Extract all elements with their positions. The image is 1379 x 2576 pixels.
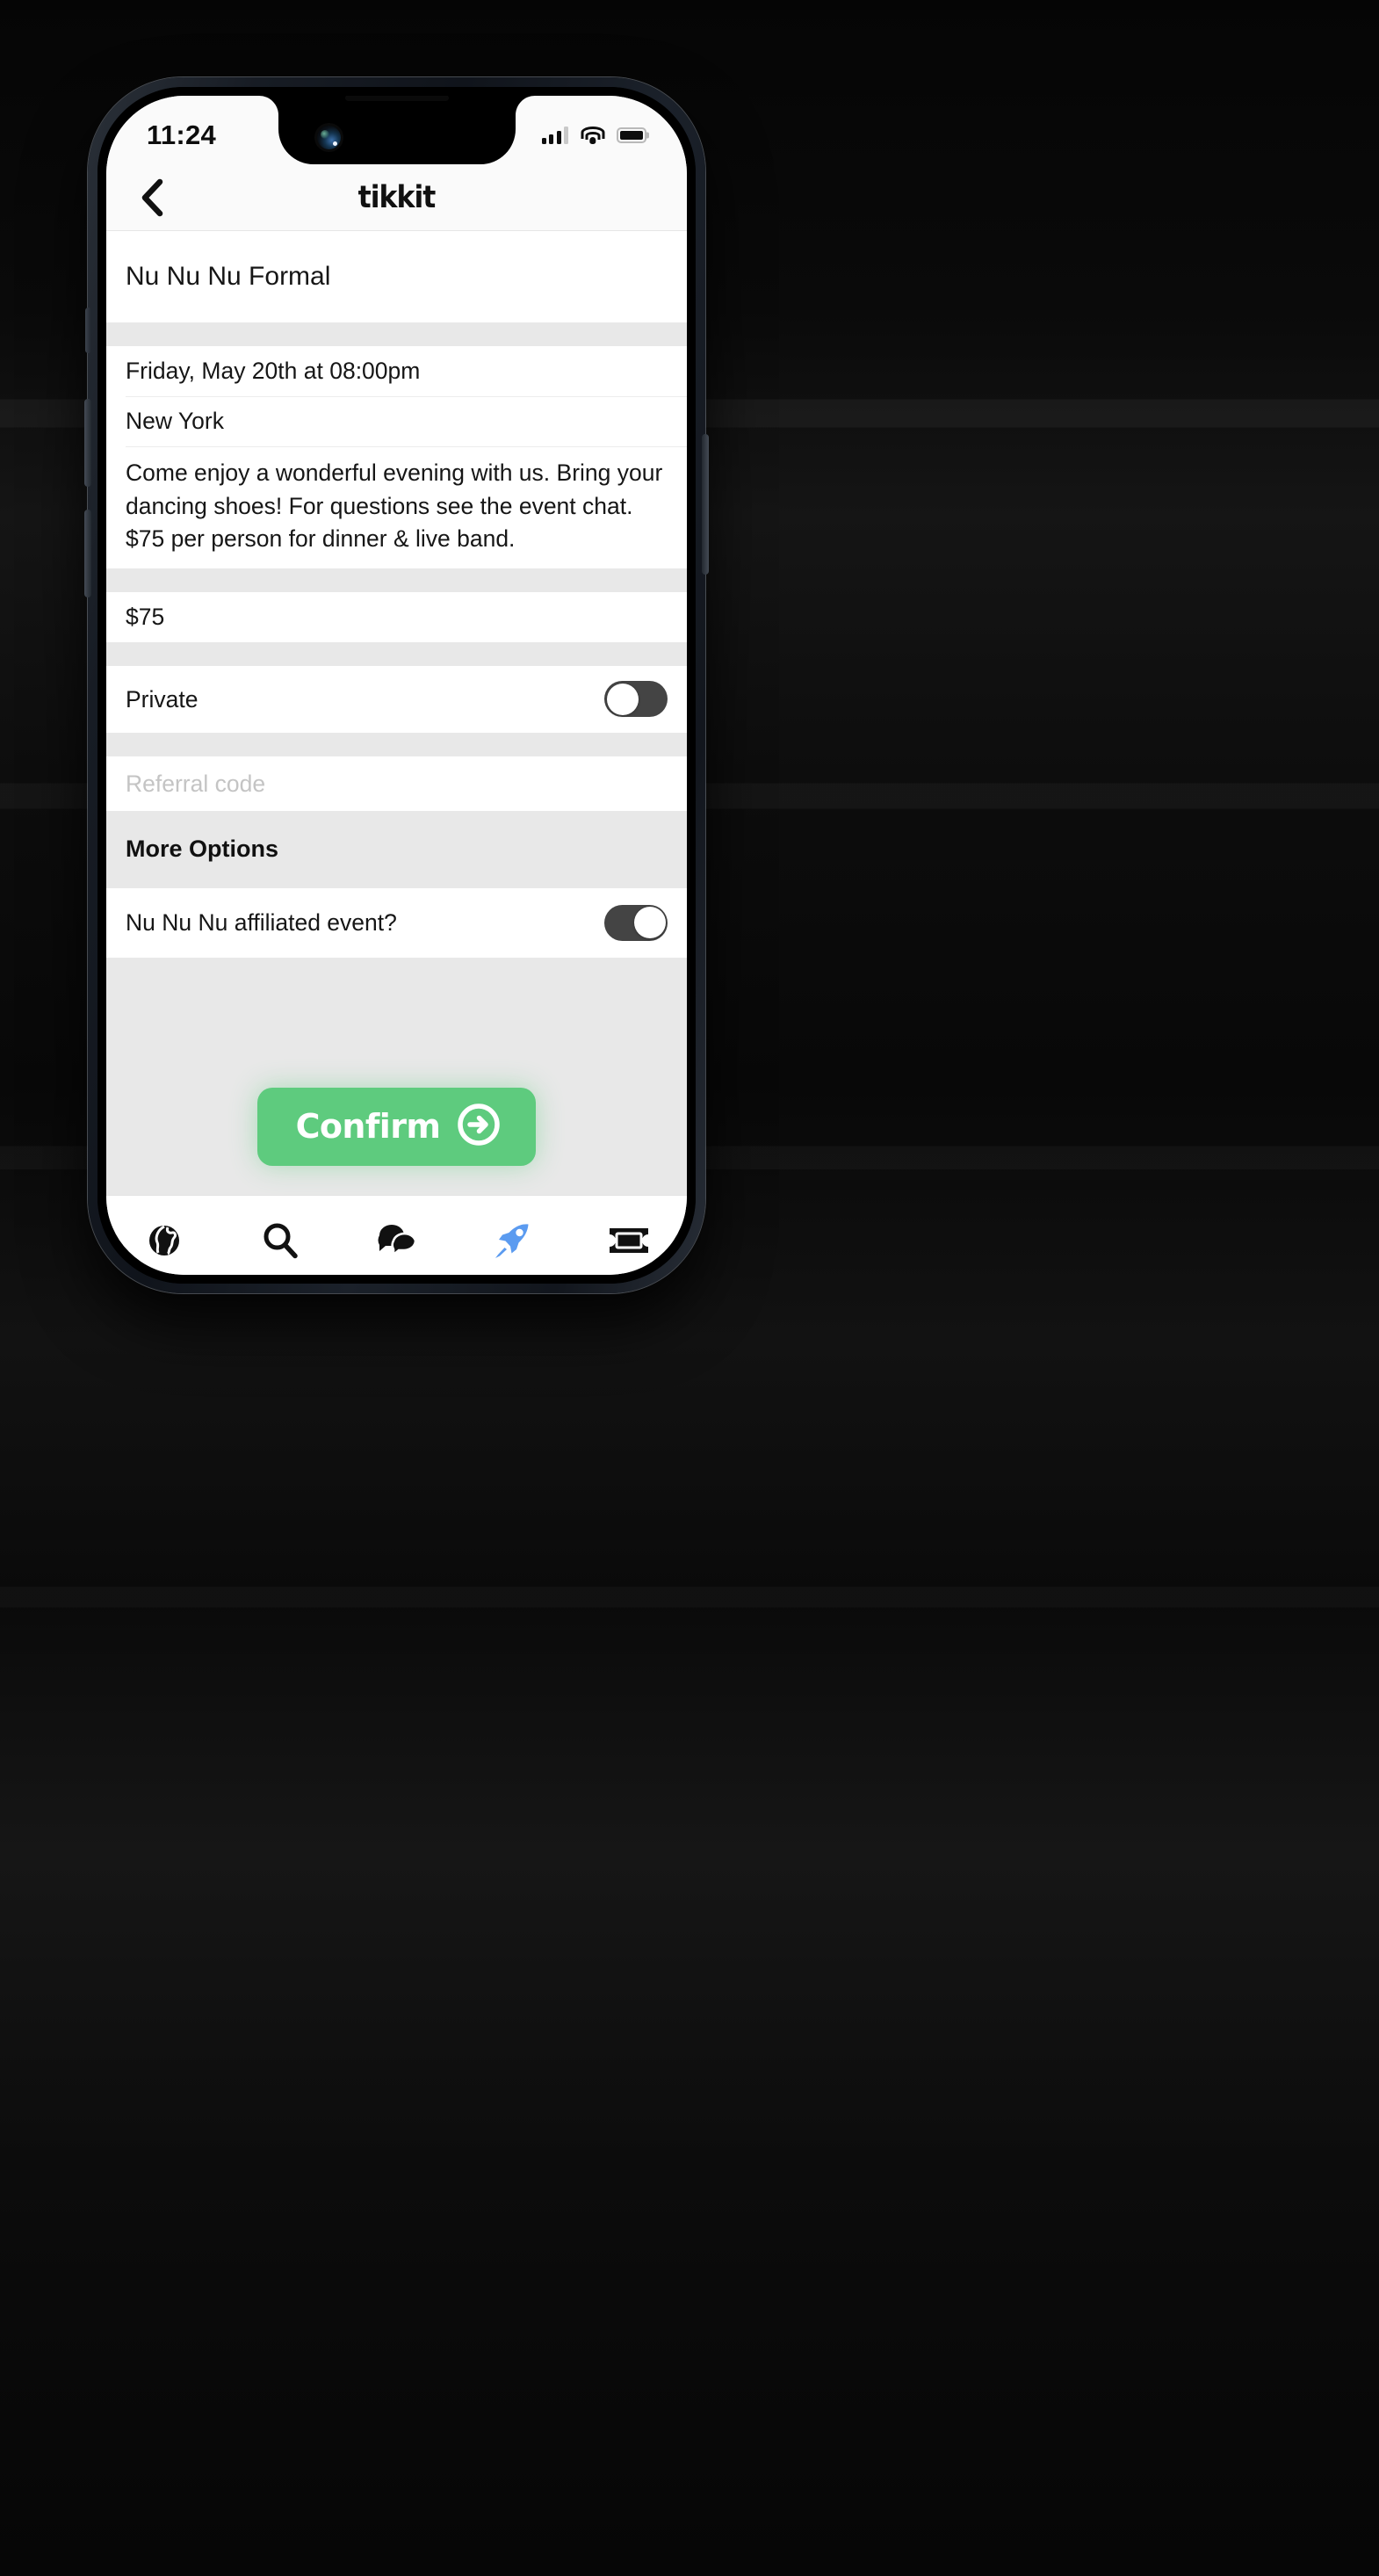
volume-up-button[interactable] <box>84 399 91 487</box>
screenshot-root: 11:24 tikkit Nu Nu Nu Formal Friday, May… <box>0 0 1379 2576</box>
referral-code-input[interactable]: Referral code <box>126 768 265 800</box>
private-label: Private <box>126 685 199 713</box>
affiliated-event-toggle[interactable] <box>604 904 668 941</box>
event-description-row[interactable]: Come enjoy a wonderful evening with us. … <box>106 446 687 568</box>
toggle-knob <box>633 907 666 939</box>
event-datetime-row[interactable]: Friday, May 20th at 08:00pm <box>106 346 687 396</box>
power-button[interactable] <box>702 434 709 575</box>
chat-icon <box>376 1221 418 1264</box>
confirm-area: Confirm <box>106 957 687 1195</box>
section-gap-3 <box>106 641 687 666</box>
confirm-button-label: Confirm <box>295 1106 441 1146</box>
event-location-row[interactable]: New York <box>106 396 687 446</box>
event-name-value: Nu Nu Nu Formal <box>126 262 331 292</box>
tab-create[interactable] <box>455 1196 571 1275</box>
event-location-value: New York <box>126 408 224 435</box>
phone-bezel: 11:24 tikkit Nu Nu Nu Formal Friday, May… <box>97 87 696 1284</box>
toggle-knob <box>606 683 639 715</box>
private-section: Private <box>106 665 687 733</box>
section-gap-1 <box>106 322 687 346</box>
volume-down-button[interactable] <box>84 510 91 597</box>
status-time: 11:24 <box>147 119 217 150</box>
referral-code-row[interactable]: Referral code <box>106 756 687 811</box>
tab-tickets[interactable] <box>571 1196 687 1275</box>
notch-corner-left <box>258 96 278 115</box>
event-name-row[interactable]: Nu Nu Nu Formal <box>106 231 687 322</box>
notch <box>258 96 535 164</box>
battery-icon <box>617 127 646 143</box>
tab-search[interactable] <box>222 1196 338 1275</box>
bottom-tab-bar <box>106 1195 687 1275</box>
phone-screen: 11:24 tikkit Nu Nu Nu Formal Friday, May… <box>106 96 687 1275</box>
event-description-value: Come enjoy a wonderful evening with us. … <box>126 459 663 553</box>
arrow-right-circle-icon <box>457 1103 501 1149</box>
status-indicators <box>541 127 646 144</box>
more-options-heading: More Options <box>106 810 687 888</box>
private-row[interactable]: Private <box>106 666 687 733</box>
cellular-signal-icon <box>541 127 568 144</box>
earpiece-speaker <box>344 96 449 101</box>
mute-switch[interactable] <box>85 308 91 353</box>
rocket-icon <box>492 1219 534 1266</box>
search-icon <box>260 1220 300 1265</box>
referral-section: Referral code <box>106 756 687 811</box>
private-toggle[interactable] <box>604 681 668 718</box>
affiliated-event-label: Nu Nu Nu affiliated event? <box>126 909 397 937</box>
section-gap-4 <box>106 732 687 756</box>
event-form: Nu Nu Nu Formal Friday, May 20th at 08:0… <box>106 231 687 1195</box>
tab-chat[interactable] <box>338 1196 454 1275</box>
confirm-button[interactable]: Confirm <box>256 1088 537 1166</box>
price-section: $75 <box>106 591 687 642</box>
event-price-value: $75 <box>126 604 165 631</box>
app-header: tikkit <box>106 164 687 231</box>
more-options-label: More Options <box>126 836 278 863</box>
notch-corner-right <box>515 96 535 115</box>
app-logo: tikkit <box>357 179 437 215</box>
affiliated-event-row[interactable]: Nu Nu Nu affiliated event? <box>106 888 687 958</box>
event-datetime-value: Friday, May 20th at 08:00pm <box>126 358 421 385</box>
event-name-section: Nu Nu Nu Formal <box>106 231 687 322</box>
globe-icon <box>145 1221 184 1264</box>
tab-discover[interactable] <box>106 1196 222 1275</box>
section-gap-2 <box>106 568 687 592</box>
front-camera-icon <box>316 126 341 149</box>
event-details-section: Friday, May 20th at 08:00pm New York Com… <box>106 346 687 568</box>
event-price-row[interactable]: $75 <box>106 592 687 642</box>
affiliated-section: Nu Nu Nu affiliated event? <box>106 887 687 958</box>
ticket-icon <box>606 1223 652 1263</box>
phone-device-frame: 11:24 tikkit Nu Nu Nu Formal Friday, May… <box>84 77 709 1293</box>
wifi-icon <box>581 127 604 144</box>
